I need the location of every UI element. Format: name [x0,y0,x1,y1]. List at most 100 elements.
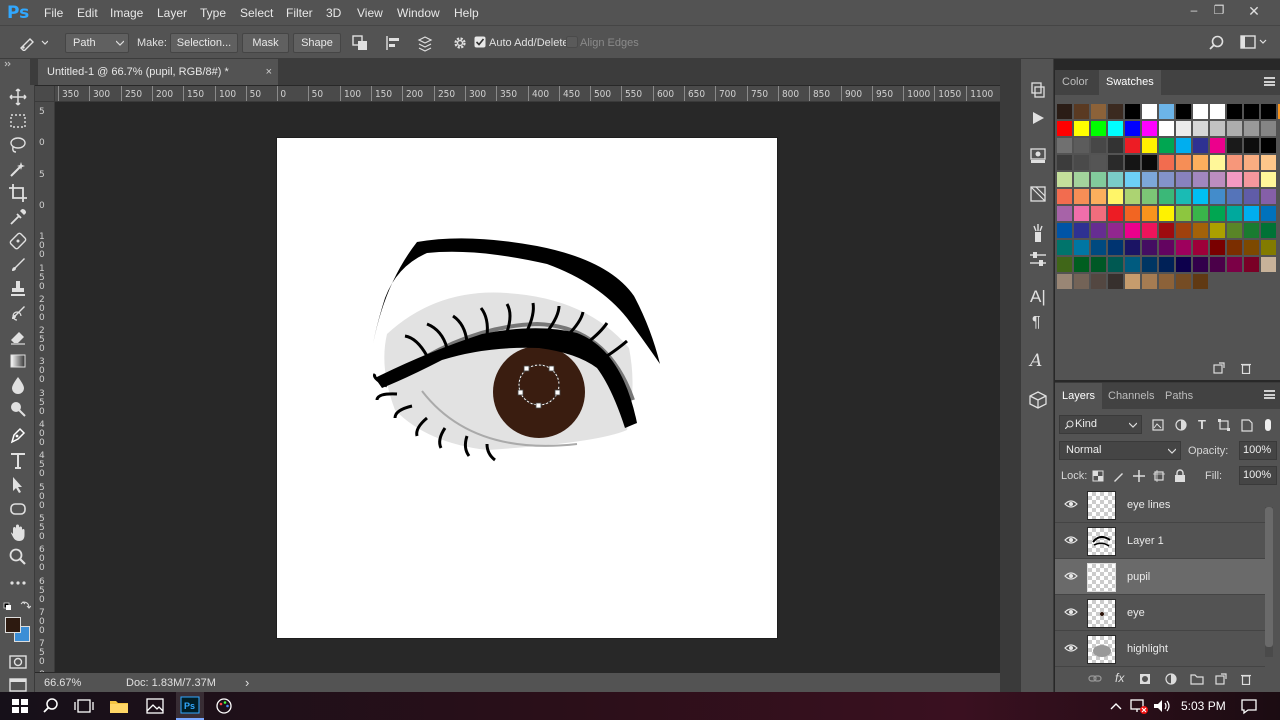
opacity-input[interactable]: 100% [1239,441,1277,460]
restore-icon[interactable]: ❐ [1207,3,1231,21]
color-swatch[interactable] [1227,240,1242,255]
color-swatch[interactable] [1176,257,1191,272]
new-swatch-icon[interactable] [1213,362,1225,374]
workspace-switcher-icon[interactable] [1240,35,1268,51]
color-swatch[interactable] [1074,172,1089,187]
auto-add-delete-checkbox[interactable] [474,36,486,48]
filter-pixel-icon[interactable] [1152,419,1164,431]
search-icon[interactable] [40,696,62,716]
menu-filter[interactable]: Filter [286,6,313,20]
color-swatch[interactable] [1193,104,1208,119]
color-swatch[interactable] [1074,138,1089,153]
color-swatch[interactable] [1108,223,1123,238]
color-swatch[interactable] [1142,155,1157,170]
paragraph-panel-icon[interactable]: ¶ [1032,314,1041,332]
color-swatch[interactable] [1176,155,1191,170]
taskbar-clock[interactable]: 5:03 PM [1181,699,1226,713]
color-swatch[interactable] [1176,138,1191,153]
add-mask-icon[interactable] [1139,673,1151,685]
search-icon[interactable] [1208,34,1226,52]
layers-scrollbar[interactable] [1265,507,1273,657]
color-swatch[interactable] [1108,138,1123,153]
color-swatch[interactable] [1142,206,1157,221]
color-swatch[interactable] [1159,104,1174,119]
color-swatch[interactable] [1244,189,1259,204]
color-swatch[interactable] [1125,206,1140,221]
foreground-color-swatch[interactable] [5,617,21,633]
adjustments-icon[interactable] [1029,185,1047,203]
tab-paths[interactable]: Paths [1158,383,1200,408]
menu-image[interactable]: Image [110,6,143,20]
color-swatch[interactable] [1261,104,1276,119]
canvas[interactable] [277,138,777,638]
color-swatch[interactable] [1244,240,1259,255]
layer-row-eye[interactable]: eye [1055,595,1265,631]
color-swatch[interactable] [1176,104,1191,119]
color-swatch[interactable] [1261,155,1276,170]
color-swatch[interactable] [1176,223,1191,238]
document-tab[interactable]: Untitled-1 @ 66.7% (pupil, RGB/8#) * × [38,59,278,85]
color-swatch[interactable] [1074,206,1089,221]
filter-adjustment-icon[interactable] [1175,419,1187,431]
layer-effects-button[interactable]: fx [1115,671,1124,685]
color-swatch[interactable] [1159,189,1174,204]
volume-icon[interactable] [1151,696,1173,716]
color-swatch[interactable] [1108,172,1123,187]
minimize-icon[interactable]: – [1182,3,1206,21]
color-swatch[interactable] [1057,155,1072,170]
color-swatch[interactable] [1125,189,1140,204]
color-swatch[interactable] [1227,104,1242,119]
color-swatch[interactable] [1210,138,1225,153]
tab-color[interactable]: Color [1055,70,1095,95]
crop-tool-icon[interactable] [8,183,28,203]
libraries-icon[interactable] [1029,147,1047,165]
action-center-icon[interactable] [1238,696,1260,716]
document-workspace[interactable] [55,102,1000,672]
color-swatch[interactable] [1108,121,1123,136]
color-swatch[interactable] [1091,206,1106,221]
menu-view[interactable]: View [357,6,383,20]
color-swatch[interactable] [1108,206,1123,221]
color-swatch[interactable] [1176,189,1191,204]
clone-stamp-tool-icon[interactable] [8,279,28,299]
color-swatch[interactable] [1125,104,1140,119]
color-swatch[interactable] [1091,155,1106,170]
filter-type-icon[interactable]: T [1198,417,1206,432]
new-group-folder-icon[interactable] [1190,673,1204,685]
color-swatch[interactable] [1057,189,1072,204]
collapse-arrows-icon[interactable] [4,61,32,67]
zoom-level[interactable]: 66.67% [44,677,81,689]
color-swatch[interactable] [1227,155,1242,170]
menu-3d[interactable]: 3D [326,6,341,20]
lock-image-pixels-icon[interactable] [1112,470,1124,482]
color-swatch[interactable] [1057,240,1072,255]
color-swatch[interactable] [1108,257,1123,272]
menu-edit[interactable]: Edit [77,6,98,20]
color-swatch[interactable] [1108,155,1123,170]
horizontal-ruler[interactable]: 350 300 250 200 150 100 50 0 50 100 150 200 250 300 35… [55,86,1000,102]
color-swatch[interactable] [1193,240,1208,255]
lock-transparent-pixels-icon[interactable] [1092,470,1104,482]
color-swatch[interactable] [1091,274,1106,289]
color-swatch[interactable] [1159,172,1174,187]
path-arrangement-icon[interactable] [415,34,435,52]
color-swatch[interactable] [1091,240,1106,255]
color-swatch[interactable] [1261,121,1276,136]
color-swatch[interactable] [1142,240,1157,255]
filter-smart-object-icon[interactable] [1241,418,1253,432]
color-swatch[interactable] [1176,240,1191,255]
dodge-tool-icon[interactable] [8,399,28,419]
color-swatch[interactable] [1244,138,1259,153]
pen-tool-preset-icon[interactable] [18,35,48,51]
color-swatch[interactable] [1227,223,1242,238]
properties-icon[interactable] [1029,251,1047,267]
marquee-tool-icon[interactable] [8,111,28,131]
menu-help[interactable]: Help [454,6,479,20]
color-swatch[interactable] [1210,121,1225,136]
color-swatch[interactable] [1159,206,1174,221]
lock-artboard-icon[interactable] [1153,470,1165,482]
layer-row-eye-lines[interactable]: eye lines [1055,487,1265,523]
color-swatch[interactable] [1261,223,1276,238]
color-swatch[interactable] [1125,155,1140,170]
color-swatch[interactable] [1142,189,1157,204]
